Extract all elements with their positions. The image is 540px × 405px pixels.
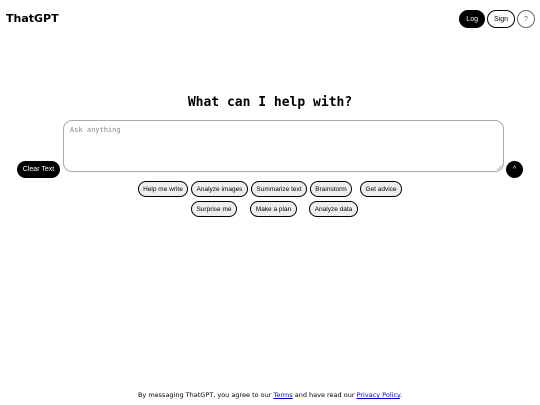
suggestion-surprise-me[interactable]: Surprise me xyxy=(191,201,237,217)
clear-text-button[interactable]: Clear Text xyxy=(17,161,60,178)
footer-disclaimer: By messaging ThatGPT, you agree to our T… xyxy=(0,391,540,399)
app-title: ThatGPT xyxy=(6,12,59,25)
header-actions: Log Sign ? xyxy=(459,10,535,28)
login-button[interactable]: Log xyxy=(459,10,485,28)
resize-handle-icon[interactable] xyxy=(496,164,502,170)
suggestion-analyze-images[interactable]: Analyze images xyxy=(191,181,248,197)
send-button[interactable]: ^ xyxy=(506,161,523,178)
suggestion-analyze-data[interactable]: Analyze data xyxy=(309,201,358,217)
suggestion-help-me-write[interactable]: Help me write xyxy=(138,181,188,197)
help-button[interactable]: ? xyxy=(517,10,535,28)
suggestion-get-advice[interactable]: Get advice xyxy=(360,181,402,197)
prompt-input[interactable] xyxy=(63,120,504,172)
suggestion-brainstorm[interactable]: Brainstorm xyxy=(310,181,352,197)
suggestion-summarize-text[interactable]: Summarize text xyxy=(251,181,307,197)
terms-link[interactable]: Terms xyxy=(274,391,293,399)
page-title: What can I help with? xyxy=(187,95,353,110)
footer-middle: and have read our xyxy=(292,391,357,399)
signup-button[interactable]: Sign xyxy=(486,10,515,28)
footer-prefix: By messaging ThatGPT, you agree to our xyxy=(137,391,274,399)
privacy-policy-link[interactable]: Privacy Policy xyxy=(357,391,400,399)
footer-suffix: . xyxy=(399,391,403,399)
suggestion-make-a-plan[interactable]: Make a plan xyxy=(250,201,297,217)
